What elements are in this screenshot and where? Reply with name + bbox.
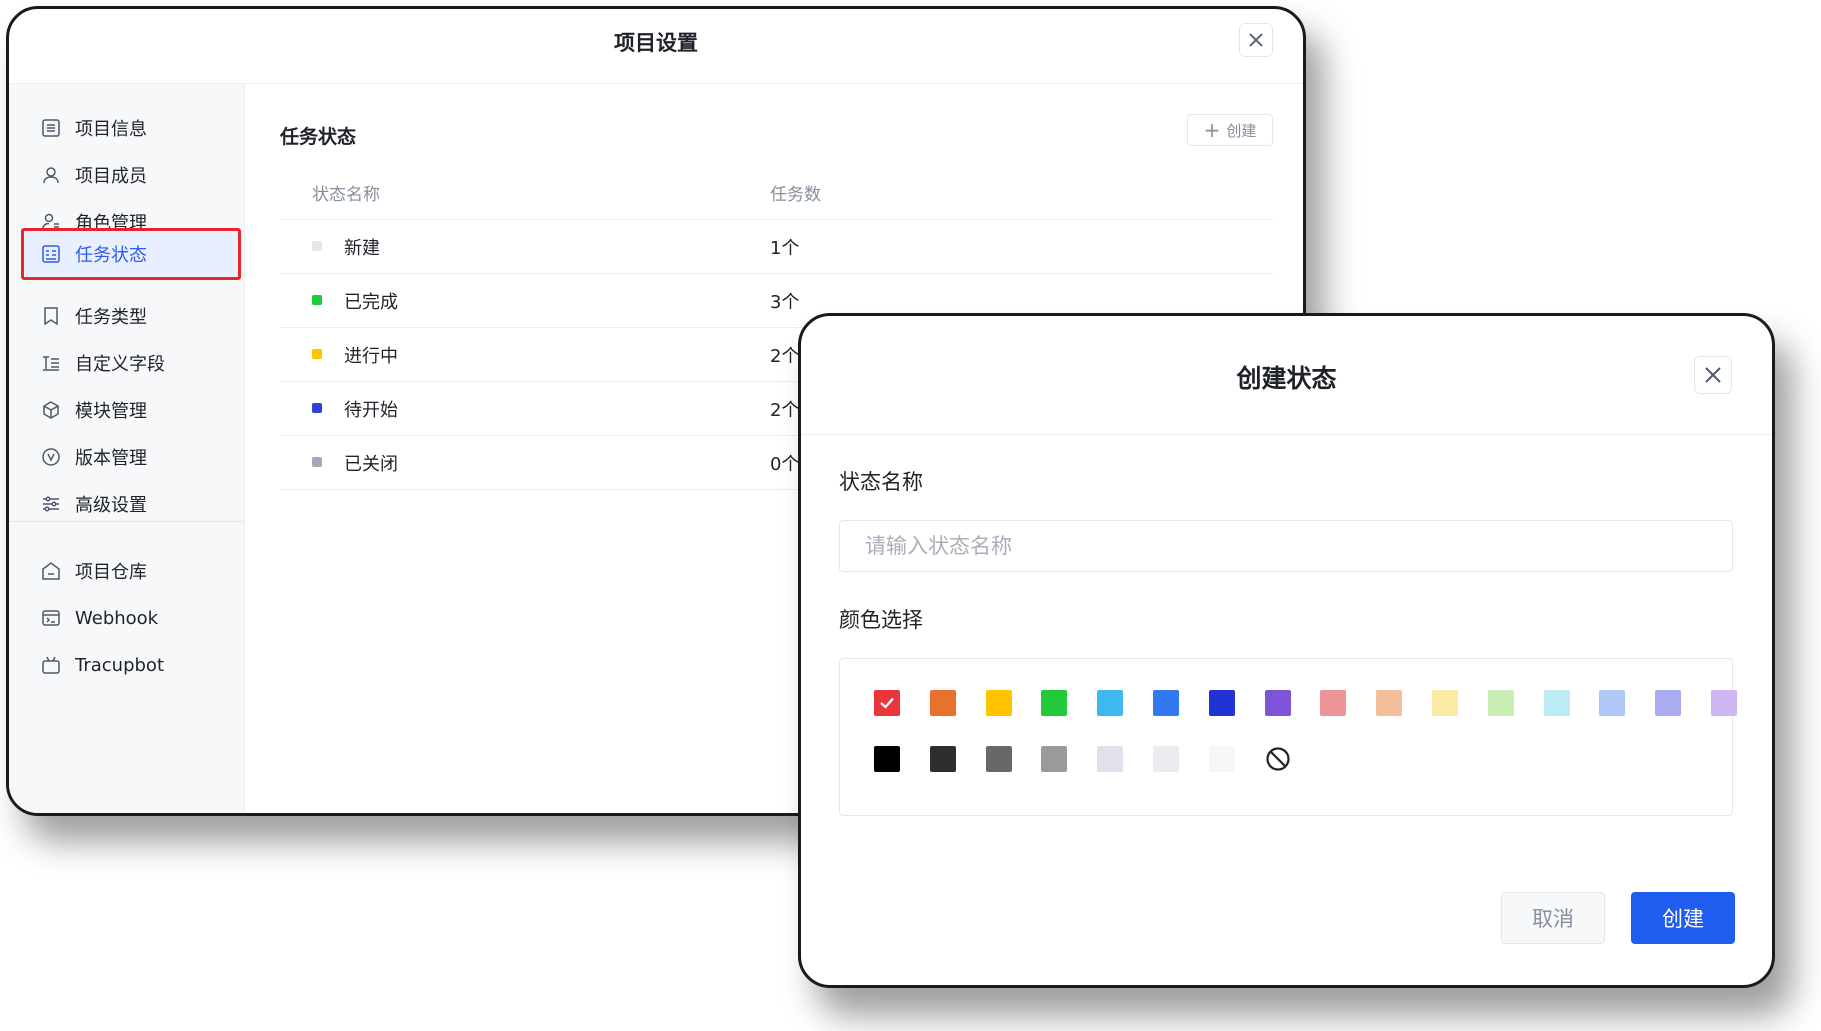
list-icon (41, 118, 61, 138)
color-swatch[interactable] (1097, 690, 1124, 716)
create-status-label: 创建 (1226, 121, 1257, 140)
cancel-button[interactable]: 取消 (1501, 892, 1605, 944)
status-color-dot (312, 457, 322, 467)
color-swatch[interactable] (1264, 690, 1291, 716)
sidebar-item-advanced-settings[interactable]: 高级设置 (21, 478, 241, 530)
sidebar-item-label: 任务状态 (75, 245, 147, 266)
create-status-modal: 创建状态 状态名称 颜色选择 取消 创建 (798, 313, 1775, 988)
settings-close-button[interactable] (1239, 23, 1273, 57)
status-name-input[interactable] (839, 520, 1733, 572)
sidebar-item-task-type[interactable]: 任务类型 (21, 290, 241, 342)
status-name: 已完成 (344, 292, 398, 313)
sidebar-item-repository[interactable]: 项目仓库 (21, 545, 241, 597)
sidebar-item-tracupbot[interactable]: Tracupbot (21, 639, 241, 691)
color-swatch[interactable] (929, 690, 956, 716)
confirm-create-button[interactable]: 创建 (1631, 892, 1735, 944)
create-status-button[interactable]: + 创建 (1187, 114, 1273, 146)
table-row[interactable]: 新建 1个 (280, 220, 1273, 274)
color-palette (839, 658, 1737, 816)
cube-icon (41, 400, 61, 420)
status-count: 0个 (770, 454, 800, 475)
status-name: 新建 (344, 238, 380, 259)
status-count: 3个 (770, 292, 800, 313)
terminal-icon (41, 608, 61, 628)
color-select-label: 颜色选择 (839, 608, 923, 632)
bot-icon (41, 655, 61, 675)
plus-icon: + (1203, 118, 1221, 142)
repository-icon (41, 561, 61, 581)
sidebar-item-task-status[interactable]: 任务状态 (21, 228, 241, 280)
sidebar-divider (9, 521, 244, 522)
color-swatch[interactable] (1208, 690, 1235, 716)
table-header: 状态名称 任务数 (280, 162, 1273, 220)
close-icon (1705, 367, 1721, 383)
modal-header: 创建状态 (801, 316, 1772, 435)
sidebar-item-label: 项目仓库 (75, 562, 147, 583)
sidebar-item-label: Webhook (75, 607, 159, 629)
color-swatch[interactable] (1432, 690, 1458, 716)
color-swatch[interactable] (1208, 746, 1235, 772)
color-swatch[interactable] (1320, 690, 1347, 716)
status-color-dot (312, 403, 322, 413)
color-swatch[interactable] (1487, 690, 1514, 716)
sidebar-item-project-members[interactable]: 项目成员 (21, 149, 241, 201)
color-swatch[interactable] (1711, 690, 1737, 716)
modal-title: 创建状态 (1236, 364, 1337, 393)
status-count: 1个 (770, 238, 800, 259)
status-name: 已关闭 (344, 454, 398, 475)
version-icon (41, 447, 61, 467)
sidebar-item-label: 项目信息 (75, 119, 147, 140)
status-color-dot (312, 349, 322, 359)
color-swatch[interactable] (874, 746, 900, 772)
text-fields-icon (41, 353, 61, 373)
status-count: 2个 (770, 346, 800, 367)
sidebar-item-module-management[interactable]: 模块管理 (21, 384, 241, 436)
modal-close-button[interactable] (1694, 356, 1732, 394)
check-icon (880, 697, 894, 709)
status-color-dot (312, 295, 322, 305)
color-swatch[interactable] (1153, 690, 1179, 716)
color-swatch[interactable] (1655, 690, 1682, 716)
sliders-icon (41, 494, 61, 514)
column-header-name: 状态名称 (312, 185, 380, 205)
status-name-label: 状态名称 (839, 470, 923, 494)
sidebar-item-webhook[interactable]: Webhook (21, 592, 241, 644)
bookmark-icon (41, 306, 61, 326)
user-icon (41, 165, 61, 185)
sidebar-item-project-info[interactable]: 项目信息 (21, 102, 241, 154)
status-board-icon (41, 244, 61, 264)
sidebar-item-label: 项目成员 (75, 166, 147, 187)
sidebar-item-label: 模块管理 (75, 401, 147, 422)
color-swatch[interactable] (874, 690, 900, 716)
status-name: 待开始 (344, 400, 398, 421)
color-swatch[interactable] (1041, 690, 1068, 716)
sidebar-item-label: 版本管理 (75, 448, 147, 469)
color-swatch[interactable] (1599, 690, 1626, 716)
settings-sidebar: 项目信息 项目成员 角色管理 任务状态 任务类型 自定义字段 模块管理 版本管理… (9, 84, 245, 813)
sidebar-item-custom-fields[interactable]: 自定义字段 (21, 337, 241, 389)
settings-header: 项目设置 (9, 9, 1303, 84)
section-title: 任务状态 (280, 126, 357, 148)
sidebar-item-label: 高级设置 (75, 495, 147, 516)
status-count: 2个 (770, 400, 800, 421)
no-color-icon[interactable] (1265, 746, 1291, 772)
color-swatch[interactable] (1376, 690, 1403, 716)
sidebar-item-version-management[interactable]: 版本管理 (21, 431, 241, 483)
sidebar-item-label: 自定义字段 (75, 354, 165, 375)
color-swatch[interactable] (929, 746, 956, 772)
close-icon (1249, 33, 1263, 47)
column-header-count: 任务数 (770, 185, 821, 205)
sidebar-item-label: Tracupbot (75, 654, 165, 676)
color-swatch[interactable] (1153, 746, 1179, 772)
status-color-dot (312, 241, 322, 251)
color-swatch[interactable] (1543, 690, 1570, 716)
color-swatch[interactable] (1041, 746, 1068, 772)
sidebar-item-label: 任务类型 (75, 307, 147, 328)
color-swatch[interactable] (985, 690, 1012, 716)
settings-title: 项目设置 (614, 31, 698, 55)
color-swatch[interactable] (985, 746, 1012, 772)
color-swatch[interactable] (1097, 746, 1124, 772)
status-name: 进行中 (344, 346, 398, 367)
